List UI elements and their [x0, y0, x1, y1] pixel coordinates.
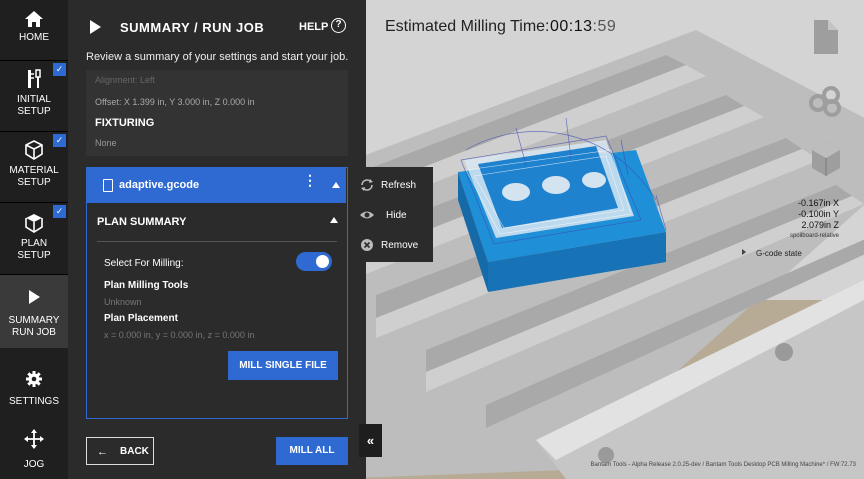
coord-x: -0.167in X — [797, 198, 839, 208]
select-for-milling-toggle[interactable] — [296, 252, 332, 271]
time-seconds: :59 — [592, 18, 617, 35]
fixturing-heading: FIXTURING — [95, 117, 155, 129]
tool-coordinates: -0.167in X -0.100in Y 2.079in Z spoilboa… — [790, 198, 839, 242]
check-icon: ✓ — [53, 205, 66, 218]
file-card: adaptive.gcode ⋮ PLAN SUMMARY Select For… — [86, 167, 348, 419]
toggle-knob — [316, 255, 329, 268]
plan-summary-heading: PLAN SUMMARY — [97, 216, 187, 228]
main-nav: HOME ✓ INITIAL SETUP ✓ MATERIAL SETUP ✓ — [0, 0, 68, 479]
offset-text: Offset: X 1.399 in, Y 3.000 in, Z 0.000 … — [95, 97, 255, 107]
play-icon — [29, 290, 40, 304]
page-title: SUMMARY / RUN JOB — [120, 20, 265, 35]
kebab-menu-icon[interactable]: ⋮ — [303, 173, 317, 187]
divider — [97, 241, 337, 242]
alignment-text: Alignment: Left — [95, 75, 156, 85]
time-main: 00:13 — [550, 18, 593, 35]
menu-item-remove[interactable]: Remove — [353, 230, 433, 260]
collapse-caret-icon[interactable] — [332, 182, 340, 188]
nav-label-plan-setup: PLAN SETUP — [17, 238, 51, 261]
summary-panel: SUMMARY / RUN JOB HELP ? Review a summar… — [68, 0, 366, 479]
panel-header: SUMMARY / RUN JOB HELP ? — [68, 0, 366, 52]
gcode-state-toggle[interactable]: G-code state — [756, 249, 802, 258]
plan-milling-tools-heading: Plan Milling Tools — [104, 280, 189, 291]
select-for-milling-label: Select For Milling: — [104, 258, 184, 269]
coord-y: -0.100in Y — [798, 209, 839, 219]
refresh-icon — [361, 179, 373, 191]
menu-item-hide[interactable]: Hide — [353, 200, 433, 230]
estimated-time-label: Estimated Milling Time: — [385, 18, 550, 35]
menu-label-remove: Remove — [381, 240, 419, 251]
coord-reference: spoilboard-relative — [789, 233, 839, 239]
move-arrows-icon — [24, 429, 44, 449]
menu-label-hide: Hide — [386, 210, 407, 221]
menu-item-refresh[interactable]: Refresh — [353, 170, 433, 200]
3d-viewport[interactable]: Estimated Milling Time: 00:13:59 -0.167i… — [366, 0, 864, 479]
help-link[interactable]: HELP — [299, 21, 328, 33]
gear-icon — [26, 371, 42, 387]
eye-icon — [360, 211, 374, 219]
collapse-caret-icon[interactable] — [330, 217, 338, 223]
nav-item-home[interactable]: HOME — [0, 0, 68, 60]
file-icon — [103, 179, 113, 192]
nav-label-summary-run-job: SUMMARY RUN JOB — [8, 315, 60, 338]
nav-item-material-setup[interactable]: ✓ MATERIAL SETUP — [0, 132, 68, 202]
cube-icon — [25, 140, 43, 160]
arrow-left-icon: ← — [97, 446, 108, 458]
menu-label-refresh: Refresh — [381, 180, 417, 191]
fixturing-value: None — [95, 138, 117, 148]
nav-label-home: HOME — [19, 32, 49, 43]
file-context-menu: Refresh Hide Remove — [353, 167, 433, 262]
nav-item-initial-setup[interactable]: ✓ INITIAL SETUP — [0, 61, 68, 131]
mill-single-file-button[interactable]: MILL SINGLE FILE — [228, 351, 338, 380]
file-card-header[interactable]: adaptive.gcode ⋮ — [87, 168, 346, 203]
check-icon: ✓ — [53, 134, 66, 147]
coord-z: 2.079in Z — [801, 220, 839, 230]
play-icon — [90, 20, 101, 34]
back-button[interactable]: ← BACK — [86, 437, 154, 465]
file-name: adaptive.gcode — [119, 179, 200, 191]
nav-label-settings: SETTINGS — [8, 396, 59, 407]
plan-placement-heading: Plan Placement — [104, 313, 178, 324]
plan-placement-value: x = 0.000 in, y = 0.000 in, z = 0.000 in — [104, 330, 255, 340]
collapse-panel-button[interactable]: « — [359, 424, 382, 457]
nav-item-plan-setup[interactable]: ✓ PLAN SETUP — [0, 203, 68, 274]
panel-subtitle: Review a summary of your settings and st… — [86, 51, 349, 63]
settings-summary: Alignment: Left Offset: X 1.399 in, Y 3.… — [86, 70, 348, 156]
expand-triangle-icon[interactable] — [742, 249, 746, 255]
estimated-time-value: 00:13:59 — [550, 18, 616, 36]
tools-icon — [28, 69, 41, 88]
version-footer: Bantam Tools - Alpha Release 2.0.25-dev … — [590, 462, 856, 468]
help-icon[interactable]: ? — [331, 18, 346, 33]
plan-milling-tools-value: Unknown — [104, 297, 142, 307]
nav-item-summary-run-job[interactable]: SUMMARY RUN JOB — [0, 275, 68, 348]
nav-item-settings[interactable]: SETTINGS — [0, 360, 68, 416]
remove-icon — [361, 239, 373, 251]
check-icon: ✓ — [53, 63, 66, 76]
nav-label-initial-setup: INITIAL SETUP — [17, 94, 51, 117]
back-label: BACK — [120, 446, 149, 457]
stack-icon — [25, 214, 43, 233]
mill-all-button[interactable]: MILL ALL — [276, 437, 348, 465]
nav-label-jog: JOG — [23, 459, 45, 470]
home-icon — [25, 11, 43, 27]
nav-label-material-setup: MATERIAL SETUP — [9, 165, 59, 188]
nav-item-jog[interactable]: JOG — [0, 423, 68, 479]
